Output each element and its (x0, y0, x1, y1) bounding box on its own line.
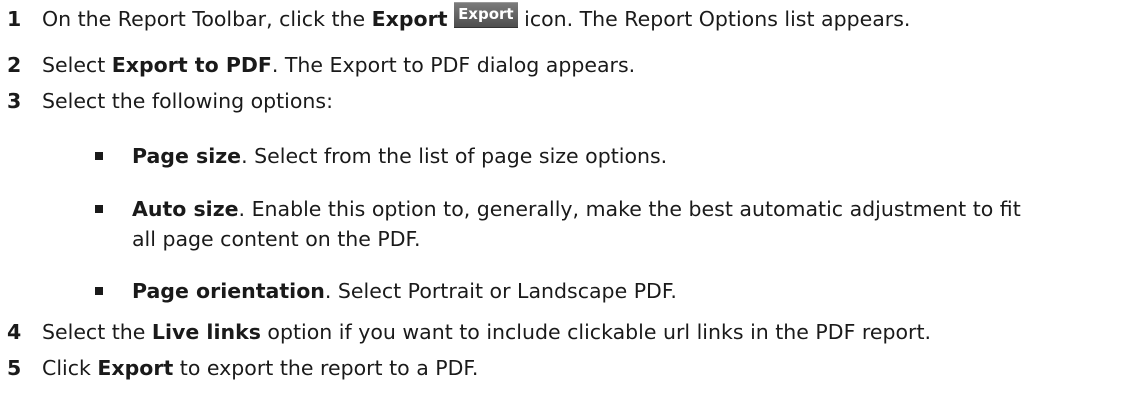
step-number: 2 (7, 53, 22, 77)
option-text: Page size. Select from the list of page … (132, 144, 668, 168)
option-text: Page orientation. Select Portrait or Lan… (132, 279, 677, 303)
bullet-icon (95, 287, 103, 295)
step-number: 5 (7, 356, 22, 380)
option-text-continued: all page content on the PDF. (132, 227, 421, 251)
export-icon: Export (454, 2, 518, 28)
step-number: 1 (7, 7, 22, 31)
step-text: Select Export to PDF. The Export to PDF … (42, 53, 636, 77)
option-text: Auto size. Enable this option to, genera… (132, 197, 1021, 221)
live-links-label: Live links (151, 320, 261, 344)
step-number: 4 (7, 320, 22, 344)
bullet-icon (95, 205, 103, 213)
step-text: Select the Live links option if you want… (42, 320, 932, 344)
step-text: On the Report Toolbar, click the Export … (42, 2, 910, 32)
step-text: Select the following options: (42, 89, 334, 113)
step-text: Click Export to export the report to a P… (42, 356, 479, 380)
export-label: Export (371, 7, 448, 31)
step-number: 3 (7, 89, 22, 113)
export-to-pdf-label: Export to PDF (111, 53, 272, 77)
export-label: Export (97, 356, 174, 380)
bullet-icon (95, 152, 103, 160)
